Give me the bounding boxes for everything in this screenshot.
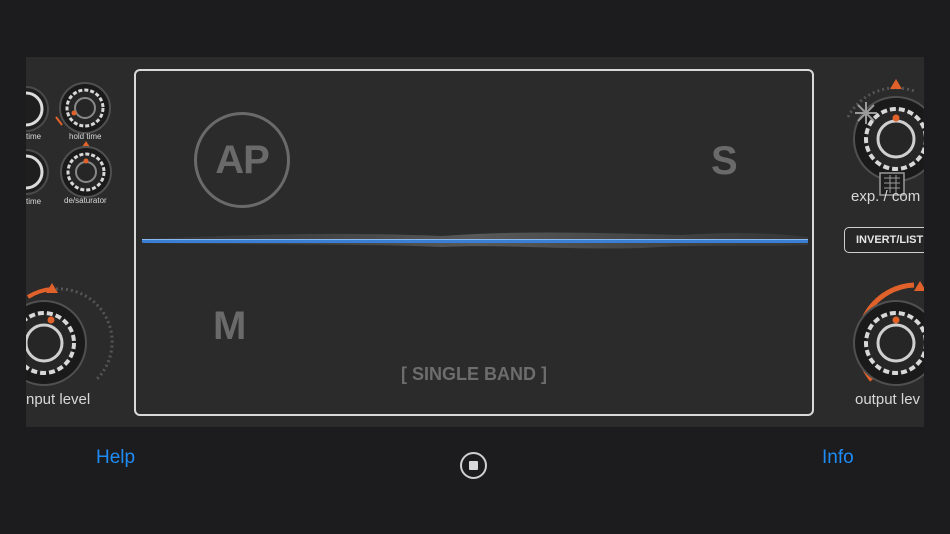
hold-time-label: hold time: [69, 132, 102, 141]
input-level-label: nput level: [26, 391, 91, 408]
mid-channel-label: M: [213, 304, 247, 348]
input-level-knob[interactable]: [26, 283, 114, 386]
stop-button[interactable]: [460, 452, 487, 479]
left-knob-panel: [26, 82, 114, 386]
side-channel-label: S: [711, 139, 738, 183]
waveform-display[interactable]: AP S M [ SINGLE BAND ]: [134, 69, 814, 416]
ap-badge-label: AP: [215, 137, 270, 182]
info-link[interactable]: Info: [822, 447, 854, 469]
snowflake-icon[interactable]: [855, 102, 877, 124]
band-mode-label: [ SINGLE BAND ]: [401, 364, 547, 384]
release-time-label: time: [26, 197, 42, 206]
expander-compressor-label: exp. / com: [851, 188, 921, 205]
desaturator-knob[interactable]: [60, 141, 112, 198]
expander-compressor-knob[interactable]: [846, 79, 924, 182]
invert-listen-button[interactable]: INVERT/LISTE: [844, 227, 924, 253]
stop-icon: [469, 461, 478, 470]
attack-time-label: time: [26, 132, 42, 141]
output-level-label: output lev: [855, 391, 921, 408]
hold-time-knob[interactable]: [55, 82, 111, 134]
desaturator-label: de/saturator: [64, 196, 107, 205]
plugin-window: time hold time time de/saturator nput le…: [26, 57, 924, 427]
release-time-knob[interactable]: [26, 149, 49, 195]
help-link[interactable]: Help: [96, 447, 135, 469]
ap-badge[interactable]: AP: [194, 112, 290, 208]
output-level-knob[interactable]: [853, 281, 924, 386]
waveform-trace: [142, 232, 808, 249]
attack-time-knob[interactable]: [26, 86, 49, 132]
